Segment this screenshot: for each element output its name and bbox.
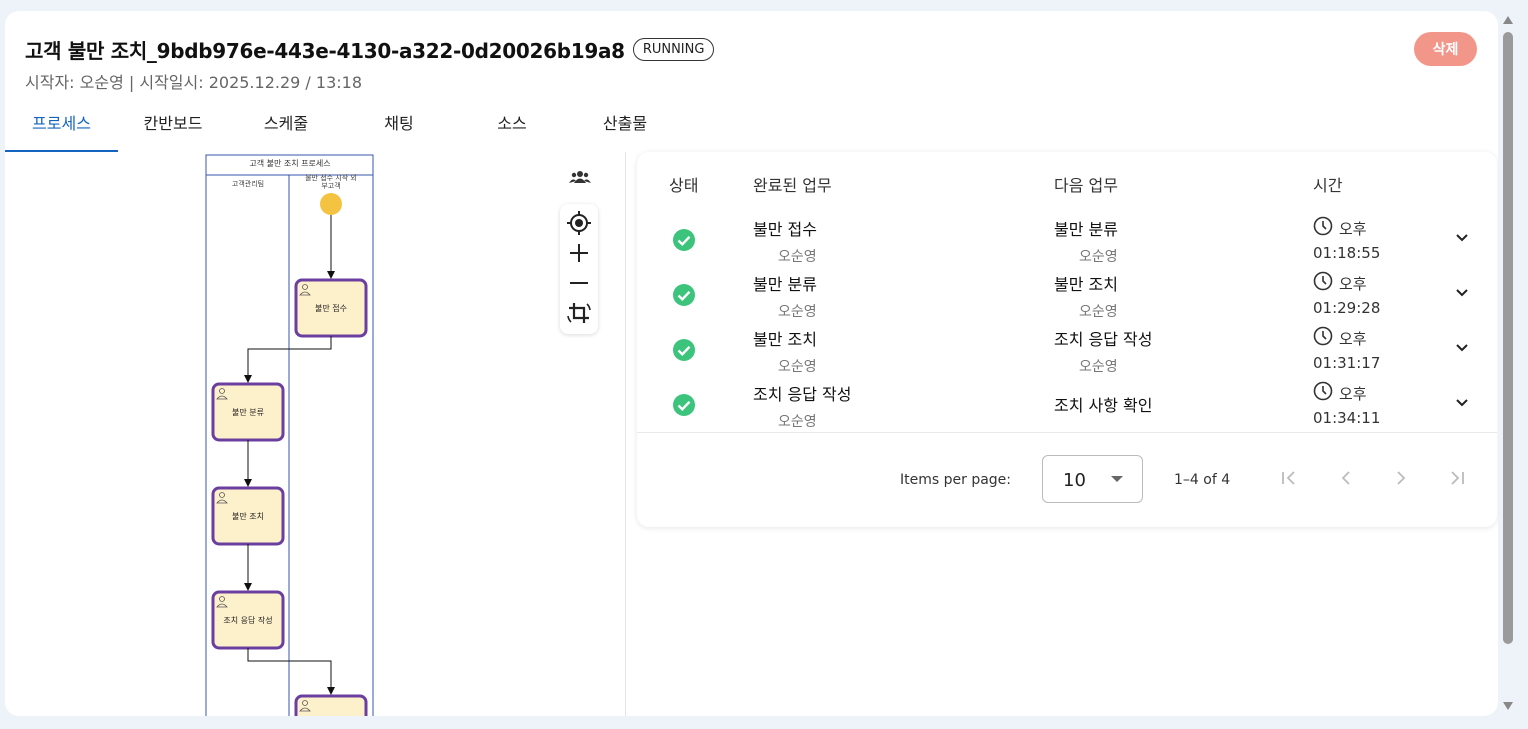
tab-bar: 프로세스 칸반보드 스케줄 채팅 소스 산출물: [5, 107, 705, 152]
process-diagram[interactable]: 고객 불만 조치 프로세스 고객관리팀 불만 접수 시작 외부고객 불만 접수 …: [205, 154, 375, 716]
clock-icon: [1313, 381, 1333, 401]
check-circle-icon: [673, 229, 695, 251]
page-range: 1–4 of 4: [1174, 472, 1231, 488]
chevron-down-icon[interactable]: [1455, 233, 1469, 243]
last-page-icon[interactable]: [1445, 466, 1469, 490]
pool-title: 고객 불만 조치 프로세스: [249, 159, 331, 168]
next-user: 오순영: [1079, 249, 1118, 265]
time-ampm: 오후: [1339, 330, 1367, 348]
time-value: 01:29:28: [1313, 299, 1381, 317]
time-value: 01:18:55: [1313, 244, 1381, 262]
tab-chat[interactable]: 채팅: [344, 107, 454, 150]
table-row[interactable]: 조치 응답 작성 오순영 조치 사항 확인 오후 01:34:11: [637, 377, 1497, 432]
zoom-in-icon[interactable]: [564, 238, 594, 268]
check-circle-icon: [673, 284, 695, 306]
clock-icon: [1313, 326, 1333, 346]
chevron-down-icon[interactable]: [1455, 398, 1469, 408]
first-page-icon[interactable]: [1277, 466, 1301, 490]
next-task: 불만 분류: [1054, 220, 1118, 239]
task-label-1[interactable]: 불만 접수: [296, 280, 366, 336]
start-event: [320, 193, 342, 215]
next-task: 불만 조치: [1054, 275, 1118, 294]
dropdown-arrow-icon: [1111, 476, 1123, 482]
table-row[interactable]: 불만 접수 오순영 불만 분류 오순영 오후 01:18:55: [637, 212, 1497, 267]
page-subtitle: 시작자: 오순영 | 시작일시: 2025.12.29 / 13:18: [25, 73, 362, 92]
clock-icon: [1313, 271, 1333, 291]
check-circle-icon: [673, 339, 695, 361]
header-status: 상태: [669, 176, 699, 195]
table-row[interactable]: 불만 분류 오순영 불만 조치 오순영 오후 01:29:28: [637, 267, 1497, 322]
chevron-down-icon[interactable]: [1455, 288, 1469, 298]
process-detail-card: 고객 불만 조치_9bdb976e-443e-4130-a322-0d20026…: [5, 11, 1498, 716]
completed-task: 불만 접수: [753, 220, 817, 239]
panel-divider: [625, 152, 626, 716]
page-size-select[interactable]: 10: [1042, 455, 1143, 503]
task-label-3[interactable]: 불만 조치: [213, 488, 283, 544]
chevron-down-icon[interactable]: [1455, 343, 1469, 353]
time-ampm: 오후: [1339, 220, 1367, 238]
locate-icon[interactable]: [564, 208, 594, 238]
next-user: 오순영: [1079, 359, 1118, 375]
fit-view-icon[interactable]: [564, 298, 594, 328]
prev-page-icon[interactable]: [1334, 466, 1358, 490]
next-task: 조치 응답 작성: [1054, 330, 1153, 349]
next-user: 오순영: [1079, 304, 1118, 320]
task-label-2[interactable]: 불만 분류: [213, 384, 283, 440]
completed-user: 오순영: [778, 359, 817, 375]
lane-label-2: 불만 접수 시작 외부고객: [305, 174, 357, 190]
completed-user: 오순영: [778, 304, 817, 320]
delete-button[interactable]: 삭제: [1414, 32, 1477, 66]
time-value: 01:34:11: [1313, 409, 1381, 427]
completed-task: 불만 조치: [753, 330, 817, 349]
participants-icon[interactable]: [565, 162, 595, 192]
task-label-4[interactable]: 조치 응답 작성: [213, 592, 283, 648]
tab-schedule[interactable]: 스케줄: [231, 107, 341, 150]
completed-user: 오순영: [778, 249, 817, 265]
completed-task: 불만 분류: [753, 275, 817, 294]
next-page-icon[interactable]: [1389, 466, 1413, 490]
zoom-controls: [560, 204, 598, 334]
tab-outputs[interactable]: 산출물: [570, 107, 680, 150]
page-size-value: 10: [1063, 470, 1086, 491]
status-badge: RUNNING: [632, 38, 715, 61]
title-row: 고객 불만 조치_9bdb976e-443e-4130-a322-0d20026…: [25, 35, 715, 64]
next-task: 조치 사항 확인: [1054, 396, 1153, 415]
activity-table: 상태 완료된 업무 다음 업무 시간 불만 접수 오순영 불만 분류 오순영 오…: [637, 152, 1497, 527]
items-per-page-label: Items per page:: [900, 472, 1012, 488]
scrollbar-thumb[interactable]: [1503, 32, 1513, 644]
tab-source[interactable]: 소스: [457, 107, 567, 150]
completed-user: 오순영: [778, 414, 817, 430]
clock-icon: [1313, 216, 1333, 236]
zoom-out-icon[interactable]: [564, 268, 594, 298]
time-ampm: 오후: [1339, 275, 1367, 293]
page-scrollbar[interactable]: [1500, 12, 1520, 716]
scroll-up-icon[interactable]: [1503, 16, 1513, 24]
table-row[interactable]: 불만 조치 오순영 조치 응답 작성 오순영 오후 01:31:17: [637, 322, 1497, 377]
lane-label-1: 고객관리팀: [231, 180, 265, 188]
time-value: 01:31:17: [1313, 354, 1381, 372]
tab-kanban[interactable]: 칸반보드: [118, 107, 228, 150]
header-next: 다음 업무: [1054, 176, 1118, 195]
tab-process[interactable]: 프로세스: [5, 107, 118, 152]
page-title: 고객 불만 조치_9bdb976e-443e-4130-a322-0d20026…: [25, 39, 625, 63]
table-footer-divider: [637, 432, 1497, 433]
time-ampm: 오후: [1339, 385, 1367, 403]
scroll-down-icon[interactable]: [1503, 702, 1513, 710]
check-circle-icon: [673, 394, 695, 416]
header-completed: 완료된 업무: [753, 176, 832, 195]
completed-task: 조치 응답 작성: [753, 385, 852, 404]
task-box-5: [294, 694, 368, 716]
header-time: 시간: [1313, 176, 1343, 195]
